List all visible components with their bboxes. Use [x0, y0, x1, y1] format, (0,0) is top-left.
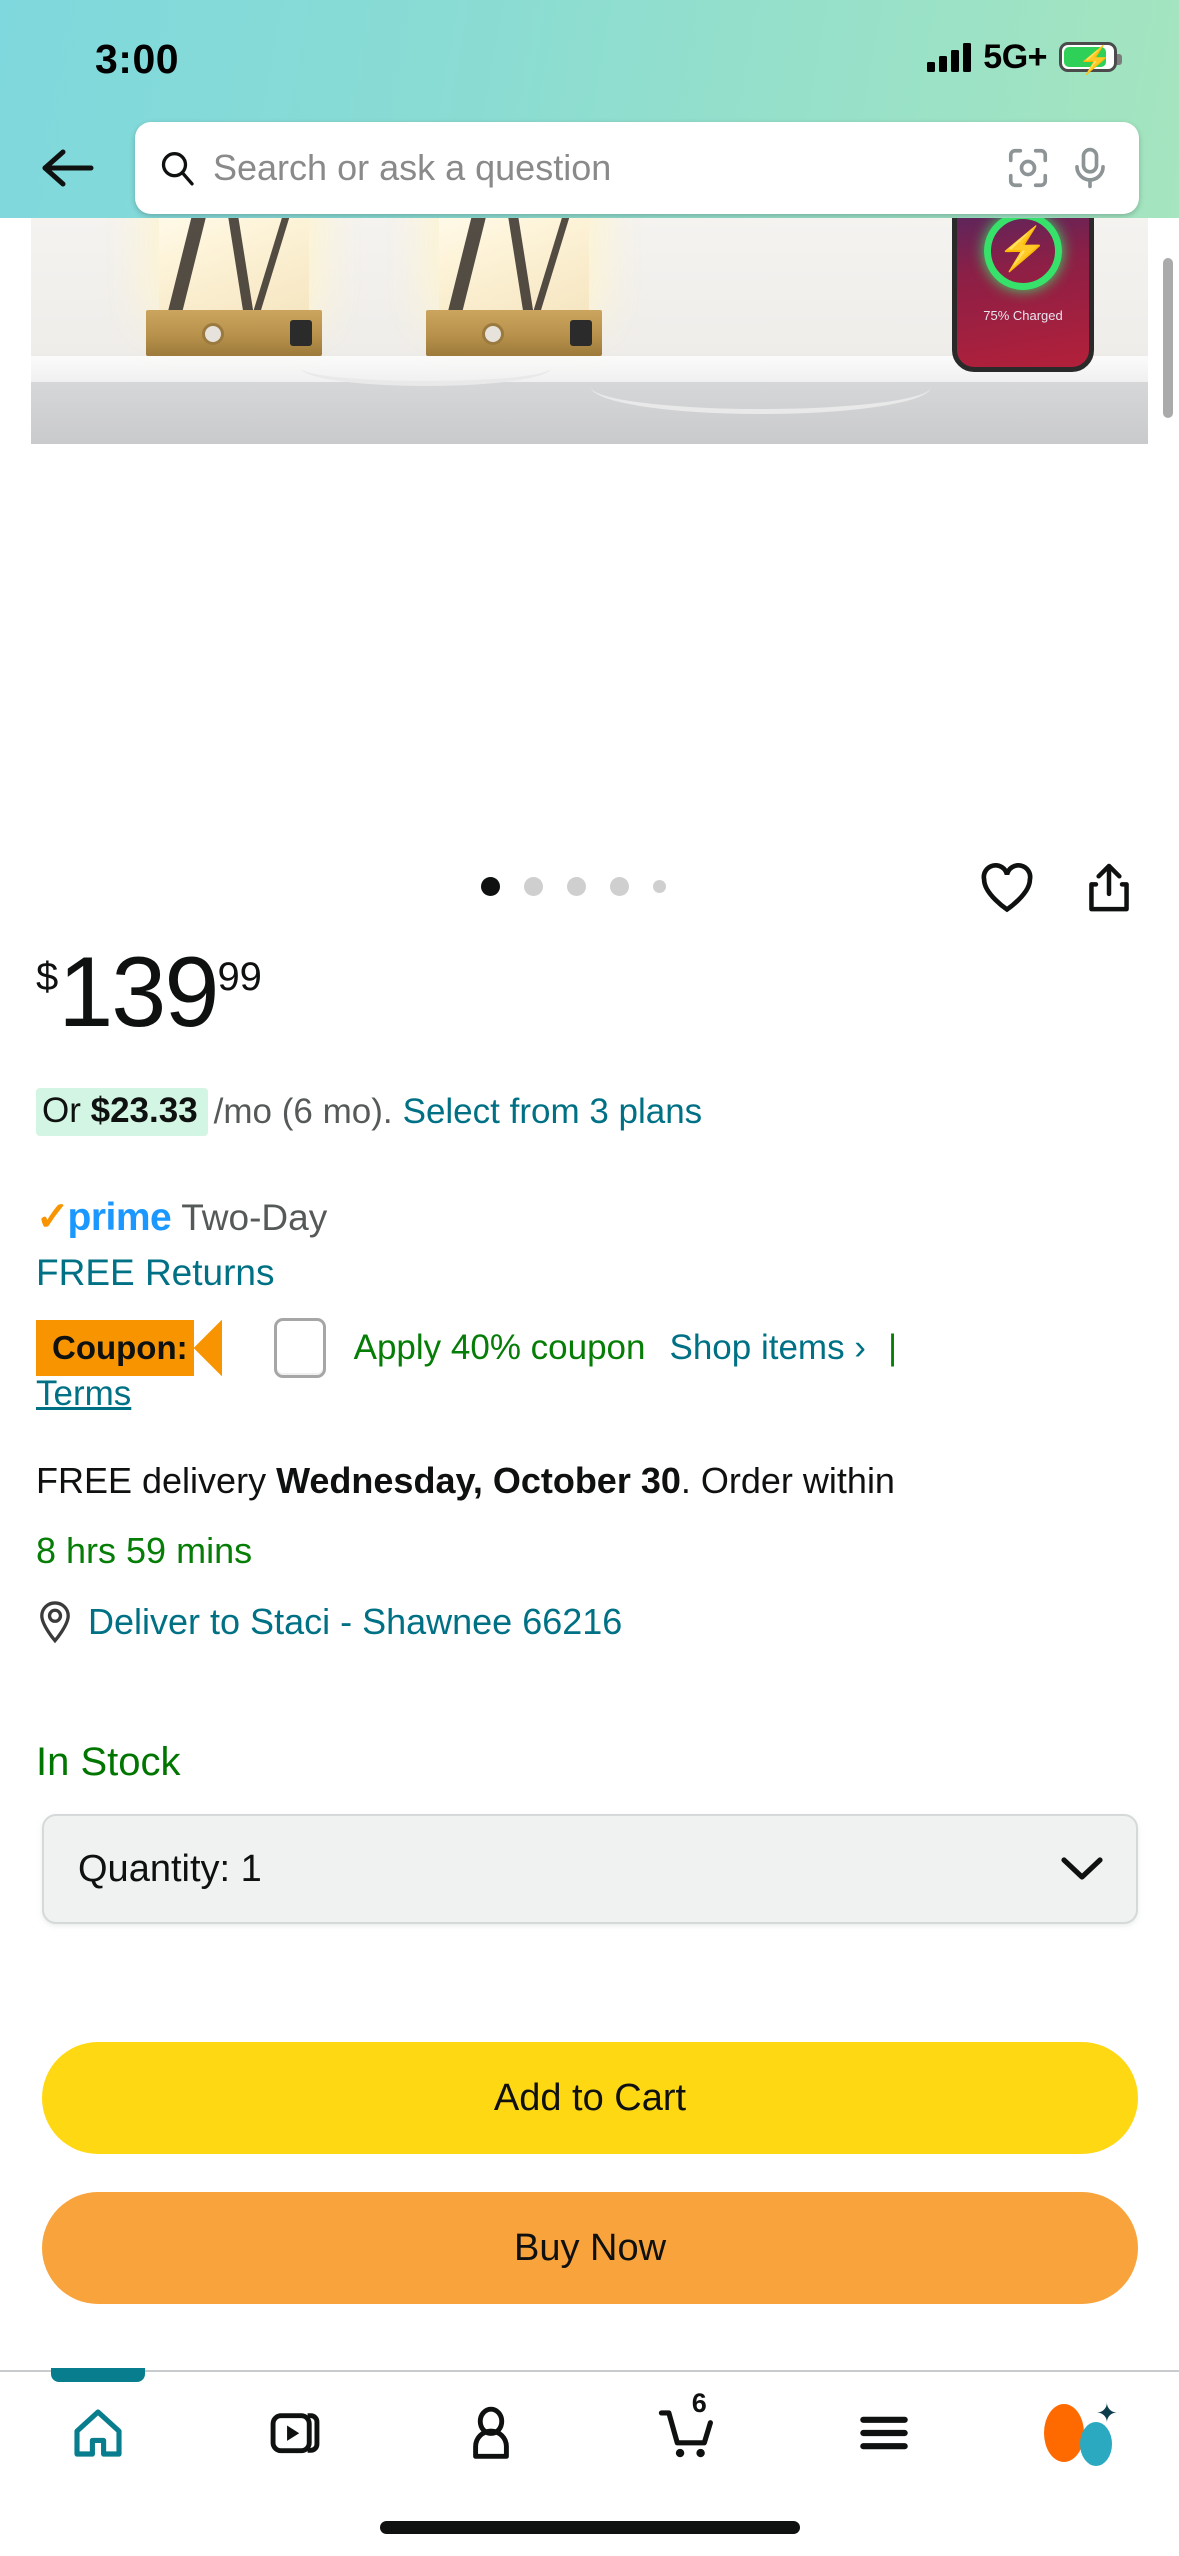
image-cord-1 — [301, 350, 551, 386]
coupon-divider: | — [887, 1328, 898, 1367]
home-indicator — [379, 2521, 800, 2534]
quantity-label: Quantity: 1 — [78, 1847, 262, 1890]
search-header: Search or ask a question — [0, 118, 1179, 218]
search-icon — [161, 152, 194, 186]
price-whole: 139 — [58, 936, 219, 1047]
delivery-countdown: 8 hrs 59 mins — [36, 1530, 253, 1571]
back-arrow-icon — [42, 149, 93, 187]
carousel-dot-5[interactable] — [653, 880, 666, 893]
chevron-down-icon — [1061, 1857, 1103, 1880]
coupon-terms-link[interactable]: Terms — [36, 1374, 131, 1414]
product-action-icons — [979, 861, 1135, 920]
shopping-cart-icon — [658, 2410, 713, 2458]
camera-search-button[interactable] — [1005, 145, 1051, 191]
share-icon — [1089, 863, 1129, 912]
video-play-icon — [270, 2413, 320, 2454]
camera-lens-icon — [1008, 148, 1048, 188]
signal-bars-icon — [927, 42, 972, 72]
nav-item-rufus[interactable]: ✦ — [983, 2372, 1179, 2494]
price-currency: $ — [36, 955, 59, 999]
delivery-prefix: FREE delivery — [36, 1460, 277, 1501]
active-tab-indicator — [51, 2368, 146, 2382]
nav-item-video[interactable] — [197, 2372, 394, 2494]
product-image[interactable]: ⚡ 75% Charged — [31, 218, 1148, 444]
nav-item-cart[interactable]: 6 — [590, 2372, 787, 2494]
location-pin-icon — [40, 1601, 70, 1644]
carousel-dot-3[interactable] — [567, 877, 586, 896]
carousel-dots[interactable] — [481, 877, 666, 896]
voice-search-button[interactable] — [1067, 145, 1113, 191]
product-image-gallery[interactable]: ⚡ 75% Charged — [0, 218, 1179, 444]
nav-item-home[interactable] — [0, 2368, 197, 2494]
search-input[interactable]: Search or ask a question — [213, 147, 989, 189]
status-bar: 3:00 5G+ ⚡ — [0, 0, 1179, 110]
product-lamp-left — [146, 218, 322, 356]
carousel-dot-1[interactable] — [481, 877, 500, 896]
person-icon — [473, 2406, 510, 2459]
share-button[interactable] — [1083, 861, 1135, 920]
back-button[interactable] — [0, 122, 135, 214]
apply-coupon-label[interactable]: Apply 40% coupon — [354, 1328, 646, 1368]
prime-wordmark: prime — [67, 1196, 172, 1239]
nav-item-account[interactable] — [393, 2372, 590, 2494]
coupon-section: Coupon: Apply 40% coupon Shop items › | — [36, 1318, 1146, 1378]
installment-offer: Or $23.33 /mo (6 mo). Select from 3 plan… — [36, 1088, 702, 1136]
price-fraction: 99 — [217, 955, 262, 999]
free-returns-link[interactable]: FREE Returns — [36, 1252, 275, 1294]
nav-item-menu[interactable] — [786, 2372, 983, 2494]
battery-charging-icon: ⚡ — [1059, 42, 1122, 74]
installment-prefix: Or — [42, 1091, 91, 1130]
page-scrollbar[interactable] — [1163, 258, 1173, 418]
delivery-suffix: . Order within — [680, 1460, 895, 1501]
add-to-cart-button[interactable]: Add to Cart — [42, 2042, 1138, 2154]
hamburger-menu-icon — [860, 2416, 909, 2450]
shop-items-link[interactable]: Shop items › — [670, 1328, 866, 1368]
carousel-dot-2[interactable] — [524, 877, 543, 896]
bottom-navigation-bar: 6 ✦ — [0, 2368, 1179, 2556]
home-icon — [74, 2409, 122, 2457]
image-shelf-front — [31, 382, 1148, 444]
prime-shipping-speed: Two-Day — [181, 1197, 328, 1238]
search-bar[interactable]: Search or ask a question — [135, 122, 1139, 214]
product-lamp-right — [426, 218, 602, 356]
buy-now-button[interactable]: Buy Now — [42, 2192, 1138, 2304]
phone-charge-label: 75% Charged — [983, 308, 1063, 323]
prime-shipping-line: ✓ prime Two-Day — [36, 1196, 327, 1240]
charging-phone: ⚡ 75% Charged — [952, 218, 1094, 372]
carousel-dot-4[interactable] — [610, 877, 629, 896]
gallery-controls — [0, 855, 1179, 935]
prime-logo: ✓ prime — [36, 1195, 172, 1240]
delivery-date: Wednesday, October 30 — [276, 1460, 681, 1501]
coupon-badge: Coupon: — [36, 1320, 222, 1376]
image-cord-2 — [591, 360, 931, 414]
deliver-to-address[interactable]: Deliver to Staci - Shawnee 66216 — [88, 1601, 622, 1643]
deliver-to-row[interactable]: Deliver to Staci - Shawnee 66216 — [36, 1600, 622, 1644]
quantity-selector[interactable]: Quantity: 1 — [42, 1814, 1138, 1924]
network-type-label: 5G+ — [983, 37, 1047, 76]
installment-period: /mo (6 mo). — [213, 1092, 393, 1131]
coupon-checkbox[interactable] — [273, 1318, 326, 1378]
wishlist-button[interactable] — [979, 862, 1035, 919]
status-bar-indicators: 5G+ ⚡ — [927, 36, 1122, 78]
product-detail-screen: 3:00 5G+ ⚡ Search or ask a question ⚡ 75… — [0, 0, 1179, 2556]
app-header: 3:00 5G+ ⚡ Search or ask a question — [0, 0, 1179, 218]
prime-check-icon: ✓ — [36, 1195, 70, 1239]
status-bar-time: 3:00 — [95, 36, 180, 82]
rufus-assistant-icon: ✦ — [1042, 2400, 1120, 2466]
select-plans-link[interactable]: Select from 3 plans — [403, 1092, 703, 1132]
heart-icon — [981, 863, 1033, 913]
installment-amount-badge: Or $23.33 — [36, 1088, 208, 1136]
delivery-info: FREE delivery Wednesday, October 30. Ord… — [36, 1455, 1151, 1507]
stock-status: In Stock — [36, 1740, 181, 1784]
cart-item-count: 6 — [691, 2388, 707, 2418]
installment-amount: $23.33 — [90, 1091, 198, 1130]
product-price: $ 139 99 — [36, 940, 262, 1044]
microphone-icon — [1075, 147, 1105, 189]
